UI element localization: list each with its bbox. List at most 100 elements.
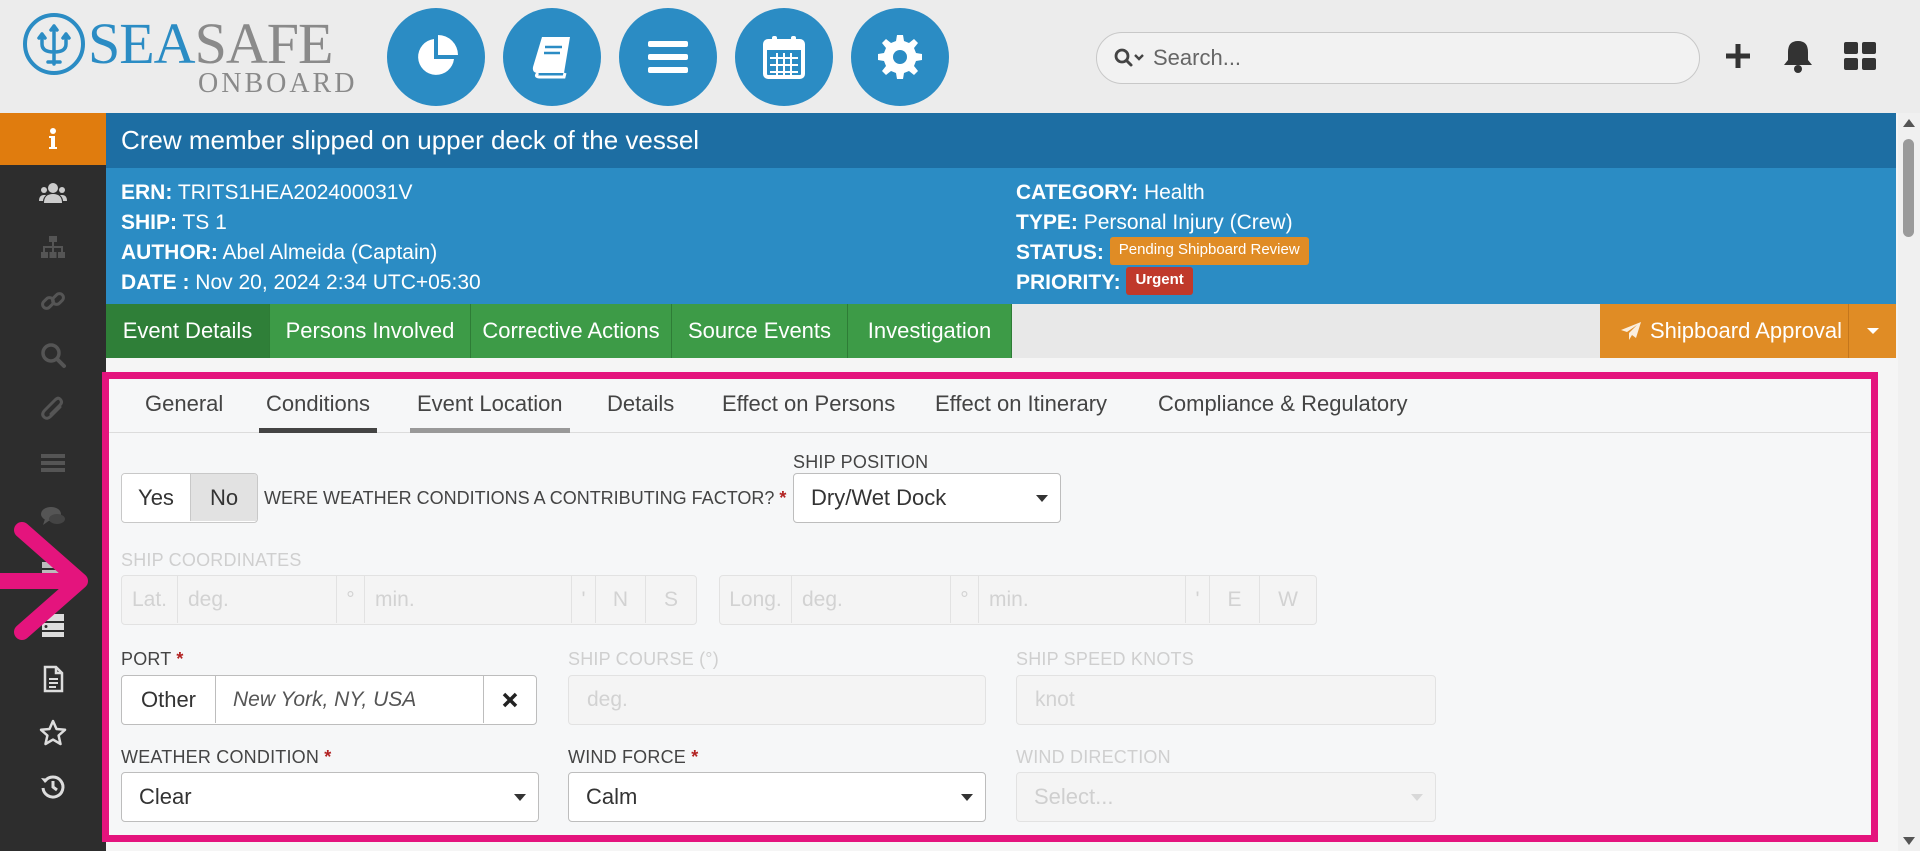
lat-deg-input[interactable]: deg.: [178, 576, 337, 623]
subtab-effect-on-itinerary[interactable]: Effect on Itinerary: [935, 379, 1107, 433]
apps-grid-button[interactable]: [1842, 38, 1878, 74]
tab-corrective-actions[interactable]: Corrective Actions: [471, 304, 672, 358]
approval-dropdown-toggle[interactable]: [1848, 304, 1896, 358]
history-icon: [41, 775, 65, 799]
seasafe-logo[interactable]: SEASAFE ONBOARD: [22, 12, 354, 98]
sitemap-icon: [41, 236, 65, 258]
caret-down-icon: [1866, 328, 1879, 334]
sidebar-item-documents[interactable]: [0, 653, 106, 705]
long-min-input[interactable]: min.: [979, 576, 1186, 623]
tab-source-events[interactable]: Source Events: [672, 304, 848, 358]
search-box[interactable]: [1096, 32, 1700, 84]
paperclip-icon: [41, 396, 63, 420]
tab-persons-involved[interactable]: Persons Involved: [270, 304, 471, 358]
link-icon: [41, 292, 65, 310]
chevron-down-icon: [961, 794, 973, 801]
ship-value: TS 1: [182, 211, 227, 234]
sidebar: [0, 113, 106, 851]
scroll-thumb[interactable]: [1903, 139, 1914, 237]
calendar-button[interactable]: [735, 8, 833, 106]
long-deg-input[interactable]: deg.: [792, 576, 951, 623]
tab-event-details[interactable]: Event Details: [106, 304, 270, 358]
lat-n-button[interactable]: N: [596, 576, 646, 623]
wind-force-label: WIND FORCE *: [568, 747, 699, 767]
latitude-input-group: Lat. deg. ° min. ' N S: [121, 575, 697, 625]
sidebar-item-hierarchy[interactable]: [0, 221, 106, 273]
event-title: Crew member slipped on upper deck of the…: [106, 113, 1896, 168]
list-icon: [41, 454, 65, 472]
subtab-effect-on-persons[interactable]: Effect on Persons: [722, 379, 895, 433]
clear-port-button[interactable]: [484, 676, 536, 723]
wind-force-select[interactable]: Calm: [568, 772, 986, 822]
notifications-button[interactable]: [1780, 38, 1816, 74]
weather-factor-yes[interactable]: Yes: [122, 474, 191, 521]
scroll-down-icon[interactable]: [1903, 837, 1915, 845]
subtab-compliance[interactable]: Compliance & Regulatory: [1158, 379, 1407, 433]
subtab-conditions[interactable]: Conditions: [259, 379, 377, 433]
annotation-arrow-icon: [0, 522, 88, 640]
sidebar-item-history[interactable]: [0, 761, 106, 813]
book-icon: [532, 37, 570, 79]
add-button[interactable]: [1720, 38, 1756, 74]
ship-speed-input[interactable]: knot: [1016, 675, 1436, 725]
search-icon[interactable]: [1113, 46, 1153, 70]
status-row: STATUS: Pending Shipboard Review: [1016, 237, 1309, 268]
search-input[interactable]: [1153, 45, 1653, 71]
subtab-event-location[interactable]: Event Location: [410, 379, 570, 433]
sub-tabs: General Conditions Event Location Detail…: [109, 379, 1871, 433]
date-row: DATE : Nov 20, 2024 2:34 UTC+05:30: [121, 271, 481, 294]
sidebar-item-links[interactable]: [0, 275, 106, 327]
sidebar-item-attachments[interactable]: [0, 383, 106, 435]
menu-icon: [648, 41, 688, 73]
ship-course-label: SHIP COURSE (°): [568, 649, 719, 669]
calendar-icon: [763, 36, 805, 79]
status-badge: Pending Shipboard Review: [1109, 237, 1309, 266]
scroll-up-icon[interactable]: [1903, 119, 1915, 127]
dashboard-pie-icon: [418, 35, 458, 75]
paper-plane-icon: [1621, 322, 1641, 340]
port-input[interactable]: [216, 676, 484, 723]
weather-condition-label: WEATHER CONDITION *: [121, 747, 332, 767]
lat-prefix: Lat.: [122, 576, 178, 623]
shipboard-approval-label: Shipboard Approval: [1650, 318, 1843, 343]
shipboard-approval-button[interactable]: Shipboard Approval: [1600, 304, 1896, 358]
menu-button[interactable]: [619, 8, 717, 106]
event-info-panel: ERN: TRITS1HEA202400031V SHIP: TS 1 AUTH…: [106, 168, 1896, 304]
ship-position-select[interactable]: Dry/Wet Dock: [793, 473, 1061, 523]
page-scrollbar[interactable]: [1898, 113, 1920, 851]
port-other-button[interactable]: Other: [122, 676, 216, 723]
sidebar-item-search[interactable]: [0, 329, 106, 381]
weather-condition-select[interactable]: Clear: [121, 772, 539, 822]
tab-investigation[interactable]: Investigation: [848, 304, 1012, 358]
priority-badge: Urgent: [1126, 267, 1193, 296]
plus-icon: [1726, 44, 1750, 68]
book-button[interactable]: [503, 8, 601, 106]
sidebar-item-list[interactable]: [0, 437, 106, 489]
subtab-details[interactable]: Details: [607, 379, 674, 433]
min-symbol: ': [1186, 576, 1210, 623]
lat-min-input[interactable]: min.: [365, 576, 572, 623]
settings-button[interactable]: [851, 8, 949, 106]
wind-direction-select[interactable]: Select...: [1016, 772, 1436, 822]
gear-icon: [878, 35, 922, 79]
port-label: PORT *: [121, 649, 184, 669]
deg-symbol: °: [337, 576, 365, 623]
weather-factor-toggle: Yes No: [121, 473, 258, 523]
subtab-general[interactable]: General: [145, 379, 223, 433]
long-e-button[interactable]: E: [1210, 576, 1260, 623]
sidebar-item-info[interactable]: [0, 113, 106, 165]
sidebar-item-favorites[interactable]: [0, 707, 106, 759]
sidebar-item-persons[interactable]: [0, 167, 106, 219]
ship-course-input[interactable]: deg.: [568, 675, 986, 725]
dashboard-button[interactable]: [387, 8, 485, 106]
ship-speed-label: SHIP SPEED KNOTS: [1016, 649, 1194, 669]
lat-s-button[interactable]: S: [646, 576, 696, 623]
trident-logo-icon: [23, 13, 85, 75]
ship-row: SHIP: TS 1: [121, 211, 227, 234]
deg-symbol: °: [951, 576, 979, 623]
info-icon: [49, 128, 57, 149]
long-w-button[interactable]: W: [1260, 576, 1316, 623]
author-value: Abel Almeida (Captain): [222, 241, 438, 264]
weather-factor-no[interactable]: No: [191, 474, 257, 521]
users-icon: [39, 183, 67, 203]
